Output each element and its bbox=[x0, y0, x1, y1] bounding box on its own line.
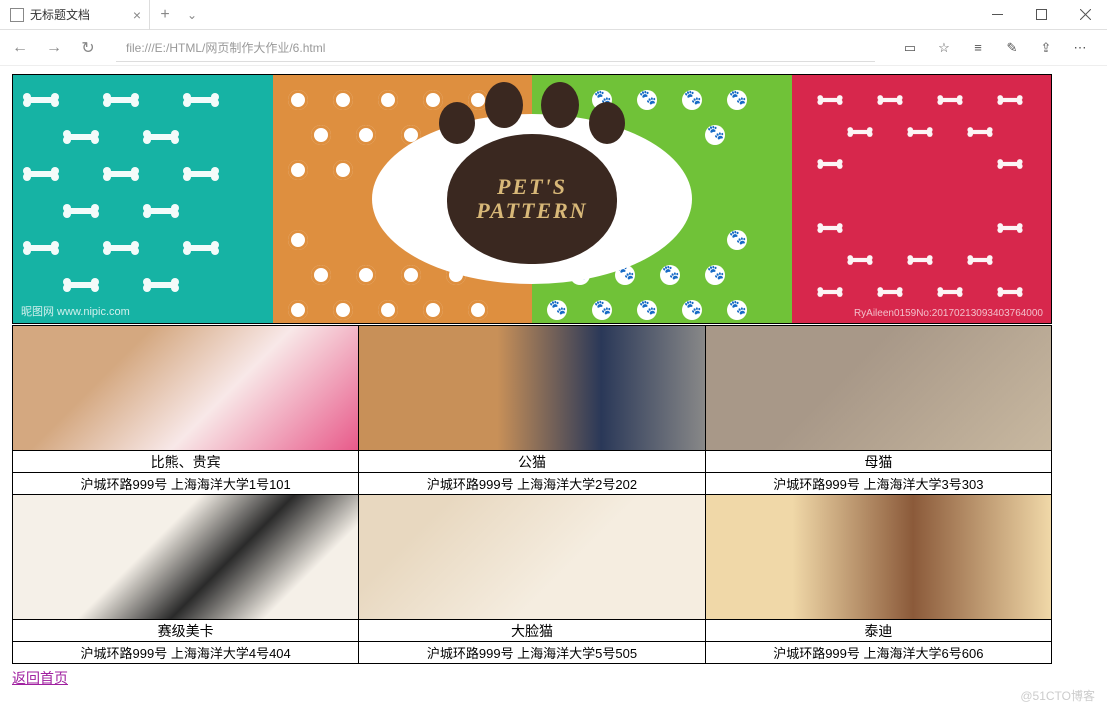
hub-icon[interactable]: ≡ bbox=[963, 33, 993, 63]
browser-tab[interactable]: 无标题文档 × bbox=[0, 0, 150, 30]
back-home-link[interactable]: 返回首页 bbox=[12, 668, 68, 688]
banner-text-line1: PET'S bbox=[497, 175, 567, 199]
blog-watermark: @51CTO博客 bbox=[1020, 687, 1095, 704]
titlebar: 无标题文档 × + ⌄ bbox=[0, 0, 1107, 30]
pet-address: 沪城环路999号 上海海洋大学2号202 bbox=[359, 473, 705, 495]
banner-watermark-right: RyAileen0159No:20170213093403764000 bbox=[854, 308, 1043, 319]
back-button[interactable]: ← bbox=[6, 34, 34, 62]
close-window-button[interactable] bbox=[1063, 0, 1107, 30]
page-icon bbox=[10, 8, 24, 22]
pet-image bbox=[13, 495, 359, 620]
tabs-chevron-icon[interactable]: ⌄ bbox=[180, 8, 204, 22]
tab-title: 无标题文档 bbox=[30, 6, 127, 23]
close-tab-icon[interactable]: × bbox=[133, 7, 141, 23]
pet-image bbox=[359, 326, 705, 451]
pet-name: 公猫 bbox=[359, 451, 705, 473]
banner-text-line2: PATTERN bbox=[476, 199, 587, 223]
pet-name: 母猫 bbox=[705, 451, 1051, 473]
notes-icon[interactable]: ✎ bbox=[997, 33, 1027, 63]
pet-address: 沪城环路999号 上海海洋大学1号101 bbox=[13, 473, 359, 495]
pet-address: 沪城环路999号 上海海洋大学4号404 bbox=[13, 642, 359, 664]
reading-view-icon[interactable]: ▭ bbox=[895, 33, 925, 63]
pet-address: 沪城环路999号 上海海洋大学5号505 bbox=[359, 642, 705, 664]
refresh-button[interactable]: ↻ bbox=[74, 34, 102, 62]
forward-button[interactable]: → bbox=[40, 34, 68, 62]
banner-image: PET'S PATTERN 昵图网 www.nipic.com RyAileen… bbox=[12, 74, 1052, 324]
more-icon[interactable]: ⋯ bbox=[1065, 33, 1095, 63]
favorite-icon[interactable]: ☆ bbox=[929, 33, 959, 63]
minimize-button[interactable] bbox=[975, 0, 1019, 30]
page-content: PET'S PATTERN 昵图网 www.nipic.com RyAileen… bbox=[0, 66, 1107, 708]
pet-image bbox=[705, 495, 1051, 620]
pet-name: 泰迪 bbox=[705, 620, 1051, 642]
share-icon[interactable]: ⇪ bbox=[1031, 33, 1061, 63]
pet-name: 赛级美卡 bbox=[13, 620, 359, 642]
pet-address: 沪城环路999号 上海海洋大学3号303 bbox=[705, 473, 1051, 495]
new-tab-button[interactable]: + bbox=[150, 6, 180, 24]
pet-image bbox=[359, 495, 705, 620]
maximize-button[interactable] bbox=[1019, 0, 1063, 30]
pet-image bbox=[13, 326, 359, 451]
pet-address: 沪城环路999号 上海海洋大学6号606 bbox=[705, 642, 1051, 664]
pet-name: 比熊、贵宾 bbox=[13, 451, 359, 473]
pet-grid: 比熊、贵宾 公猫 母猫 沪城环路999号 上海海洋大学1号101 沪城环路999… bbox=[12, 325, 1052, 664]
pet-image bbox=[705, 326, 1051, 451]
pet-name: 大脸猫 bbox=[359, 620, 705, 642]
banner-watermark-left: 昵图网 www.nipic.com bbox=[21, 303, 130, 319]
toolbar: ← → ↻ file:///E:/HTML/网页制作大作业/6.html ▭ ☆… bbox=[0, 30, 1107, 66]
address-bar[interactable]: file:///E:/HTML/网页制作大作业/6.html bbox=[116, 34, 875, 62]
